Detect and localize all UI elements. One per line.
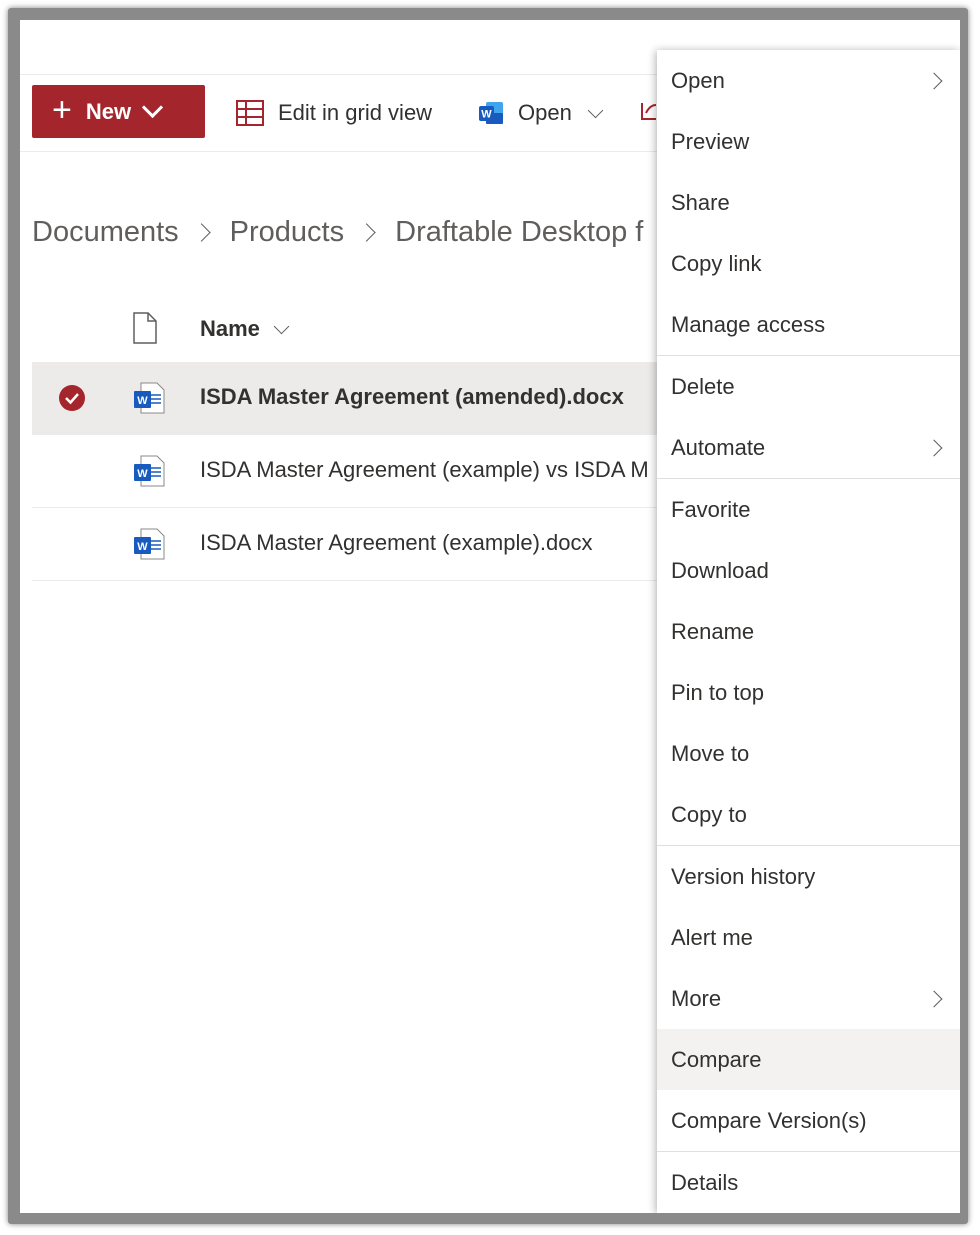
menu-item-label: Compare Version(s) bbox=[671, 1107, 867, 1133]
menu-item-open[interactable]: Open bbox=[657, 50, 960, 111]
file-name[interactable]: ISDA Master Agreement (example) vs ISDA … bbox=[200, 457, 649, 483]
chevron-right-icon bbox=[925, 72, 943, 90]
menu-item-compare[interactable]: Compare bbox=[657, 1029, 960, 1090]
share-icon bbox=[640, 97, 658, 129]
menu-item-details[interactable]: Details bbox=[657, 1152, 960, 1213]
share-toolbar-button[interactable] bbox=[640, 93, 658, 133]
menu-item-label: Rename bbox=[671, 618, 755, 644]
file-name[interactable]: ISDA Master Agreement (amended).docx bbox=[200, 384, 624, 410]
menu-item-label: Version history bbox=[671, 863, 816, 889]
menu-item-compare-versions[interactable]: Compare Version(s) bbox=[657, 1090, 960, 1151]
menu-item-label: Copy link bbox=[671, 250, 762, 276]
open-button[interactable]: W Open bbox=[478, 93, 604, 133]
svg-text:W: W bbox=[137, 468, 148, 480]
menu-item-copy-to[interactable]: Copy to bbox=[657, 784, 960, 845]
breadcrumb-current-folder[interactable]: Draftable Desktop f bbox=[395, 216, 643, 249]
breadcrumb-documents[interactable]: Documents bbox=[32, 216, 179, 249]
breadcrumb: Documents Products Draftable Desktop f bbox=[32, 210, 643, 254]
chevron-right-icon bbox=[357, 222, 376, 242]
grid-view-icon bbox=[236, 100, 264, 126]
menu-item-preview[interactable]: Preview bbox=[657, 111, 960, 172]
menu-item-label: Favorite bbox=[671, 496, 751, 522]
menu-item-rename[interactable]: Rename bbox=[657, 601, 960, 662]
menu-item-automate[interactable]: Automate bbox=[657, 417, 960, 478]
word-file-icon: W bbox=[133, 528, 165, 565]
chevron-right-icon bbox=[191, 222, 211, 242]
plus-icon: + bbox=[52, 90, 72, 129]
menu-item-download[interactable]: Download bbox=[657, 540, 960, 601]
context-menu: Open Preview Share Copy link Manage acce… bbox=[657, 50, 960, 1213]
new-button-label: New bbox=[85, 98, 132, 124]
menu-item-label: Open bbox=[671, 67, 725, 93]
breadcrumb-products[interactable]: Products bbox=[230, 216, 344, 249]
menu-item-more[interactable]: More bbox=[657, 968, 960, 1029]
menu-item-label: Compare bbox=[671, 1046, 762, 1072]
document-icon[interactable] bbox=[132, 312, 158, 349]
edit-grid-view-label: Edit in grid view bbox=[278, 100, 433, 125]
open-button-label: Open bbox=[518, 100, 572, 125]
chevron-right-icon bbox=[925, 439, 943, 457]
menu-item-label: Alert me bbox=[671, 924, 753, 950]
new-button[interactable]: + New bbox=[32, 85, 205, 138]
chevron-right-icon bbox=[925, 990, 943, 1008]
svg-text:W: W bbox=[137, 395, 148, 407]
menu-item-label: Delete bbox=[671, 373, 735, 399]
menu-item-move-to[interactable]: Move to bbox=[657, 723, 960, 784]
svg-text:W: W bbox=[137, 541, 148, 553]
menu-item-label: Download bbox=[671, 557, 769, 583]
menu-item-label: Share bbox=[671, 189, 730, 215]
menu-item-label: Automate bbox=[671, 434, 766, 460]
menu-item-label: Manage access bbox=[671, 311, 826, 337]
menu-item-label: Copy to bbox=[671, 801, 747, 827]
menu-item-favorite[interactable]: Favorite bbox=[657, 479, 960, 540]
menu-item-manage-access[interactable]: Manage access bbox=[657, 294, 960, 355]
menu-item-label: Preview bbox=[671, 128, 750, 154]
sharepoint-library-screen: + New Edit in grid view W Open Documents… bbox=[20, 20, 960, 1213]
menu-item-version-history[interactable]: Version history bbox=[657, 846, 960, 907]
chevron-down-icon bbox=[587, 102, 604, 118]
chevron-down-icon bbox=[142, 96, 164, 119]
chevron-down-icon bbox=[273, 318, 290, 334]
name-column-label: Name bbox=[200, 316, 260, 341]
word-app-icon: W bbox=[478, 100, 504, 126]
menu-item-label: Pin to top bbox=[671, 679, 764, 705]
word-file-icon: W bbox=[133, 455, 165, 492]
menu-item-label: More bbox=[671, 985, 722, 1011]
word-file-icon: W bbox=[133, 382, 165, 419]
menu-item-label: Move to bbox=[671, 740, 750, 766]
menu-item-alert-me[interactable]: Alert me bbox=[657, 907, 960, 968]
svg-text:W: W bbox=[481, 109, 492, 121]
menu-item-copy-link[interactable]: Copy link bbox=[657, 233, 960, 294]
edit-grid-view-button[interactable]: Edit in grid view bbox=[236, 93, 432, 133]
menu-item-label: Details bbox=[671, 1169, 739, 1195]
checkmark-circle-icon[interactable] bbox=[58, 384, 86, 417]
menu-item-pin-to-top[interactable]: Pin to top bbox=[657, 662, 960, 723]
name-column-header[interactable]: Name bbox=[200, 316, 290, 342]
menu-item-delete[interactable]: Delete bbox=[657, 356, 960, 417]
file-name[interactable]: ISDA Master Agreement (example).docx bbox=[200, 530, 593, 556]
menu-item-share[interactable]: Share bbox=[657, 172, 960, 233]
